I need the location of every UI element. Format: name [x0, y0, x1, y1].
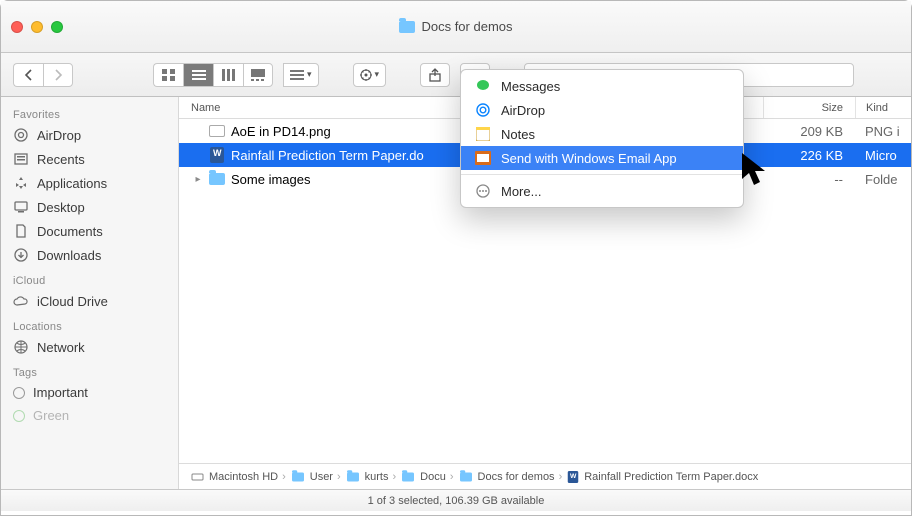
menu-separator: [461, 174, 743, 175]
sidebar-item-recents[interactable]: Recents: [1, 147, 178, 171]
menu-item-airdrop[interactable]: AirDrop: [461, 98, 743, 122]
sidebar-item-tag-green[interactable]: Green: [1, 404, 178, 427]
sidebar-item-airdrop[interactable]: AirDrop: [1, 123, 178, 147]
icloud-icon: [13, 293, 29, 309]
window-controls: [11, 21, 63, 33]
path-segment[interactable]: Rainfall Prediction Term Paper.docx: [584, 471, 758, 483]
path-segment[interactable]: Docu: [420, 471, 446, 483]
tag-icon: [13, 387, 25, 399]
network-icon: [13, 339, 29, 355]
list-view-button[interactable]: [183, 63, 213, 87]
folder-icon: [402, 472, 414, 481]
sidebar-item-documents[interactable]: Documents: [1, 219, 178, 243]
downloads-icon: [13, 247, 29, 263]
more-icon: [475, 183, 491, 199]
path-segment[interactable]: User: [310, 471, 333, 483]
action-button[interactable]: ▾: [353, 63, 387, 87]
sidebar: Favorites AirDrop Recents Applications D…: [1, 97, 179, 489]
folder-icon: [292, 472, 304, 481]
toolbar: ▾ ▾ Search: [1, 53, 911, 97]
tag-icon: [13, 410, 25, 422]
path-segment[interactable]: kurts: [365, 471, 389, 483]
path-segment[interactable]: Macintosh HD: [209, 471, 278, 483]
notes-icon: [475, 126, 491, 142]
sidebar-item-tag-important[interactable]: Important: [1, 381, 178, 404]
airdrop-icon: [13, 127, 29, 143]
status-text: 1 of 3 selected, 106.39 GB available: [368, 495, 545, 507]
sidebar-item-desktop[interactable]: Desktop: [1, 195, 178, 219]
sidebar-item-applications[interactable]: Applications: [1, 171, 178, 195]
winmail-icon: [475, 150, 491, 166]
menu-item-windows-email[interactable]: Send with Windows Email App: [461, 146, 743, 170]
minimize-button[interactable]: [31, 21, 43, 33]
share-menu: Messages AirDrop Notes Send with Windows…: [460, 69, 744, 208]
close-button[interactable]: [11, 21, 23, 33]
apps-icon: [13, 175, 29, 191]
titlebar: Docs for demos: [1, 1, 911, 53]
folder-icon: [209, 171, 225, 187]
sidebar-item-network[interactable]: Network: [1, 335, 178, 359]
sidebar-section-favorites: Favorites: [1, 101, 178, 123]
forward-button[interactable]: [43, 63, 73, 87]
disk-icon: [189, 469, 205, 485]
col-size[interactable]: Size: [763, 97, 855, 118]
messages-icon: [475, 78, 491, 94]
view-group: [153, 63, 273, 87]
sidebar-item-downloads[interactable]: Downloads: [1, 243, 178, 267]
sidebar-section-locations: Locations: [1, 313, 178, 335]
image-file-icon: [209, 123, 225, 139]
group-by: ▾: [283, 63, 319, 87]
docx-file-icon: [568, 471, 579, 483]
recents-icon: [13, 151, 29, 167]
folder-icon: [347, 472, 359, 481]
col-kind[interactable]: Kind: [855, 97, 911, 118]
gallery-view-button[interactable]: [243, 63, 273, 87]
path-segment[interactable]: Docs for demos: [478, 471, 555, 483]
status-bar: 1 of 3 selected, 106.39 GB available: [1, 489, 911, 511]
nav-group: [13, 63, 73, 87]
folder-icon: [460, 472, 472, 481]
share-button[interactable]: [420, 63, 450, 87]
airdrop-icon: [475, 102, 491, 118]
icon-view-button[interactable]: [153, 63, 183, 87]
column-view-button[interactable]: [213, 63, 243, 87]
sidebar-section-icloud: iCloud: [1, 267, 178, 289]
docx-file-icon: [209, 147, 225, 163]
folder-icon: [399, 21, 415, 33]
group-button[interactable]: ▾: [283, 63, 319, 87]
disclosure-icon[interactable]: ▸: [193, 174, 203, 185]
menu-item-more[interactable]: More...: [461, 179, 743, 203]
desktop-icon: [13, 199, 29, 215]
maximize-button[interactable]: [51, 21, 63, 33]
sidebar-item-icloud[interactable]: iCloud Drive: [1, 289, 178, 313]
menu-item-notes[interactable]: Notes: [461, 122, 743, 146]
window-title-text: Docs for demos: [421, 19, 512, 34]
back-button[interactable]: [13, 63, 43, 87]
path-bar: Macintosh HD› User› kurts› Docu› Docs fo…: [179, 463, 911, 489]
menu-item-messages[interactable]: Messages: [461, 74, 743, 98]
window-title: Docs for demos: [1, 19, 911, 34]
documents-icon: [13, 223, 29, 239]
sidebar-section-tags: Tags: [1, 359, 178, 381]
